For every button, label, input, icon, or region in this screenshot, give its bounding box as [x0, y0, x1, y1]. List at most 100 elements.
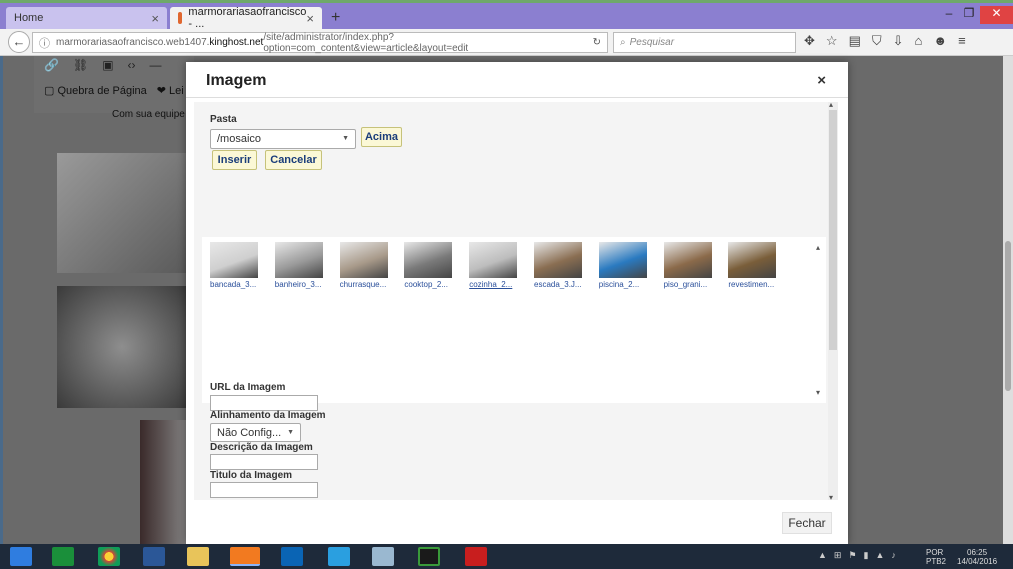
description-input[interactable] — [210, 454, 318, 470]
image-caption[interactable]: banheiro_3... — [275, 280, 335, 289]
tab-home[interactable]: Home × — [6, 7, 167, 29]
back-arrow-icon[interactable]: ← — [8, 31, 30, 53]
image-thumbnail-item[interactable]: revestimen... — [728, 242, 788, 289]
image-caption[interactable]: piscina_2... — [599, 280, 659, 289]
code-icon[interactable]: ‹› — [128, 58, 136, 72]
word-icon[interactable] — [143, 547, 165, 566]
chat-icon[interactable]: ☻ — [933, 33, 947, 49]
align-select[interactable]: Não Config... ▼ — [210, 423, 301, 442]
volume-icon[interactable]: ♪ — [891, 550, 896, 561]
search-placeholder: Pesquisar — [629, 37, 675, 48]
image-caption[interactable]: cozinha_2... — [469, 280, 529, 289]
modal-scrollbar[interactable]: ▴ ▾ — [828, 100, 838, 502]
scroll-up-icon[interactable]: ▴ — [816, 243, 820, 252]
page-scrollbar[interactable] — [1003, 56, 1013, 544]
align-value: Não Config... — [217, 427, 282, 439]
app-icon[interactable] — [372, 547, 394, 566]
image-thumbnail-item[interactable]: bancada_3... — [210, 242, 270, 289]
scroll-down-icon[interactable]: ▾ — [829, 493, 833, 502]
up-button[interactable]: Acima — [361, 127, 402, 147]
modal-close-icon[interactable]: × — [817, 72, 826, 89]
image-thumbnail[interactable] — [728, 242, 777, 278]
excel-icon[interactable] — [52, 547, 74, 566]
image-thumbnail[interactable] — [339, 242, 388, 278]
image-caption[interactable]: piso_grani... — [664, 280, 724, 289]
folder-select[interactable]: /mosaico ▼ — [210, 129, 356, 149]
close-button[interactable]: Fechar — [782, 512, 832, 534]
link-icon[interactable]: 🔗 — [44, 58, 59, 72]
image-thumbnail-item[interactable]: cooktop_2... — [404, 242, 464, 289]
chrome-icon[interactable] — [98, 547, 120, 566]
url-bar[interactable]: ⓘ marmorariasaofrancisco.web1407. kingho… — [32, 32, 608, 54]
network-icon[interactable]: ▲ — [876, 550, 885, 561]
image-thumbnail[interactable] — [598, 242, 647, 278]
image-thumbnail-item[interactable]: banheiro_3... — [274, 242, 335, 289]
image-thumbnail[interactable] — [469, 242, 518, 278]
image-caption[interactable]: bancada_3... — [210, 280, 270, 289]
modal-footer: Fechar — [186, 502, 848, 544]
modal-header: Imagem × — [186, 62, 848, 98]
windows-start-icon[interactable] — [10, 547, 32, 566]
windows-taskbar: ▲ ⊞ ⚑ ▮ ▲ ♪ POR PTB2 06:25 14/04/2016 — [0, 544, 1013, 569]
tab-active[interactable]: marmorariasaofrancisco - ... × — [170, 6, 322, 30]
camtasia-icon[interactable] — [418, 547, 440, 566]
image-caption[interactable]: revestimen... — [728, 280, 788, 289]
pocket-icon[interactable]: ⛉ — [872, 33, 882, 49]
modal-body: Pasta /mosaico ▼ Acima Inserir Cancelar … — [194, 102, 828, 500]
search-input[interactable]: ⌕ Pesquisar — [613, 32, 796, 53]
flag-icon[interactable]: ⚑ — [848, 550, 856, 561]
reload-icon[interactable]: ↻ — [593, 37, 601, 48]
cancel-button[interactable]: Cancelar — [265, 150, 322, 170]
language-indicator[interactable]: POR PTB2 — [926, 548, 946, 566]
title-input[interactable] — [210, 482, 318, 498]
browser-titlebar: Home × marmorariasaofrancisco - ... × + … — [0, 0, 1013, 30]
reading-list-icon[interactable]: ▤ — [849, 33, 861, 49]
scroll-up-icon[interactable]: ▴ — [829, 100, 833, 109]
acrobat-icon[interactable] — [465, 547, 487, 566]
close-tab-icon[interactable]: × — [151, 11, 159, 26]
clock[interactable]: 06:25 14/04/2016 — [957, 548, 997, 566]
image-thumbnail-item[interactable]: piscina_2... — [598, 242, 659, 289]
restore-icon[interactable]: ❐ — [956, 6, 982, 20]
close-tab-icon[interactable]: × — [306, 11, 314, 26]
image-thumbnail[interactable] — [404, 242, 453, 278]
unlink-icon[interactable]: ⛓ — [73, 58, 88, 72]
download-icon[interactable]: ⇩ — [893, 33, 904, 49]
image-thumbnail-item[interactable]: escada_3.J... — [534, 242, 594, 289]
menu-icon[interactable]: ≡ — [958, 33, 966, 49]
image-thumbnail-item[interactable]: churrasque... — [339, 242, 400, 289]
image-thumbnail-item[interactable]: cozinha_2... — [469, 242, 529, 289]
image-caption[interactable]: escada_3.J... — [534, 280, 594, 289]
home-icon[interactable]: ⌂ — [915, 33, 923, 49]
new-tab-icon[interactable]: + — [331, 9, 340, 27]
image-thumbnail[interactable] — [663, 242, 712, 278]
modal-scroll-thumb[interactable] — [829, 110, 837, 350]
file-explorer-icon[interactable] — [187, 547, 209, 566]
image-thumbnail[interactable] — [274, 242, 323, 278]
tray-chevron-icon[interactable]: ▲ — [818, 550, 827, 561]
page-break-button[interactable]: ▢ Quebra de Página — [44, 84, 147, 97]
image-thumbnail-item[interactable]: piso_grani... — [663, 242, 724, 289]
tray-windows-icon[interactable]: ⊞ — [834, 550, 842, 561]
insert-button[interactable]: Inserir — [212, 150, 257, 170]
image-caption[interactable]: cooktop_2... — [404, 280, 464, 289]
firefox-icon[interactable] — [230, 547, 260, 566]
image-thumbnail[interactable] — [534, 242, 582, 278]
window-close-icon[interactable]: ✕ — [980, 6, 1013, 24]
chevron-down-icon: ▼ — [287, 429, 294, 436]
internet-explorer-icon[interactable] — [328, 547, 350, 566]
outlook-icon[interactable] — [281, 547, 303, 566]
scroll-down-icon[interactable]: ▾ — [816, 388, 820, 397]
image-thumbnail[interactable] — [210, 242, 258, 278]
read-more-button[interactable]: ❤ Lei — [157, 84, 184, 97]
gallery-scrollbar[interactable]: ▴ ▾ — [816, 243, 824, 397]
url-input[interactable] — [210, 395, 318, 411]
page-scroll-thumb[interactable] — [1005, 241, 1011, 391]
battery-icon[interactable]: ▮ — [864, 550, 869, 561]
nav-icons: ✥ ☆ ▤ ⛉ ⇩ ⌂ ☻ ≡ — [804, 33, 966, 49]
hr-icon[interactable]: — — [150, 58, 162, 72]
move-icon[interactable]: ✥ — [804, 33, 815, 49]
image-caption[interactable]: churrasque... — [340, 280, 400, 289]
bookmark-star-icon[interactable]: ☆ — [826, 33, 838, 49]
image-icon[interactable]: ▣ — [102, 58, 113, 72]
